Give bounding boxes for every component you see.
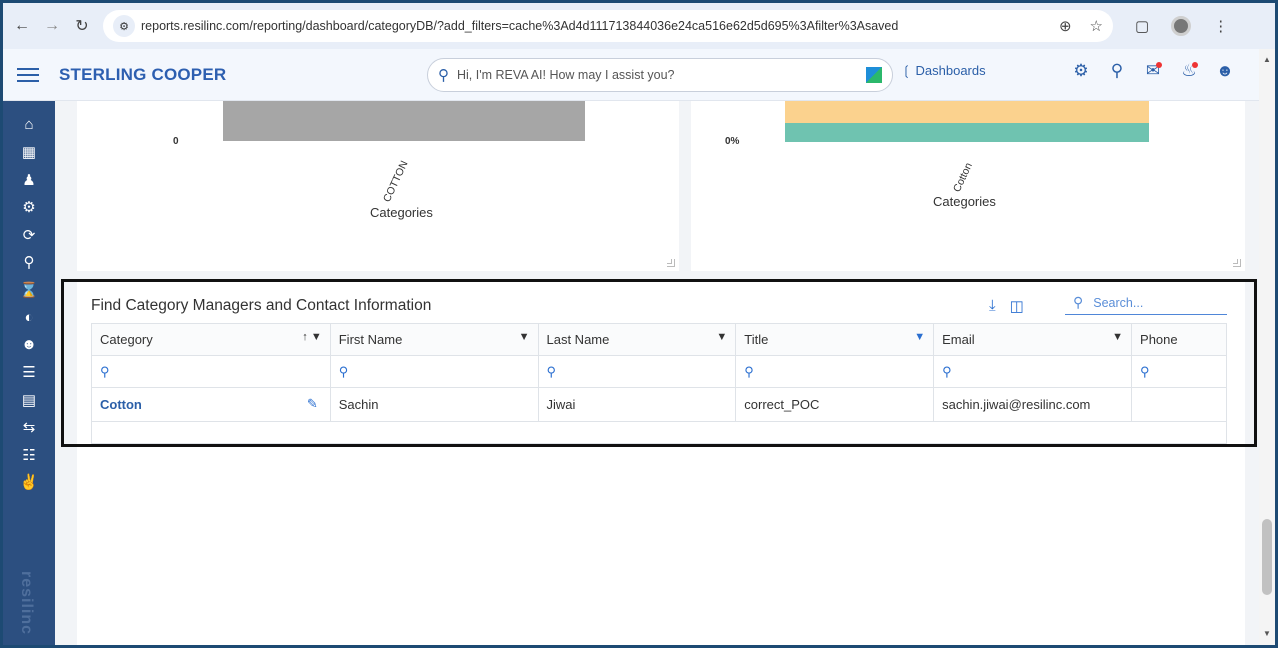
extensions-icon[interactable]: ▢ bbox=[1135, 17, 1149, 35]
checklist-icon[interactable]: ☰ bbox=[3, 359, 55, 387]
clipboard-icon[interactable]: ▤ bbox=[3, 386, 55, 414]
empty-row bbox=[91, 421, 1227, 444]
column-header-title[interactable]: Title ▼ bbox=[735, 323, 935, 356]
scrollbar-thumb[interactable] bbox=[1262, 519, 1272, 595]
resilinc-watermark: resilinc bbox=[18, 571, 35, 636]
search-icon: ⚲ bbox=[438, 67, 449, 84]
address-bar[interactable]: ⚙ reports.resilinc.com/reporting/dashboa… bbox=[103, 10, 1113, 42]
brand-title: STERLING COOPER bbox=[59, 64, 227, 84]
chart-bar-segment-bottom bbox=[785, 123, 1149, 142]
column-search-email[interactable]: ⚲ bbox=[933, 355, 1133, 388]
x-axis-title: Categories bbox=[370, 205, 433, 220]
left-sidebar: ⌂ ▦ ♟ ⚙ ⟳ ⚲ ⌛ ◐ ☻ ☰ ▤ ⇆ ☷ ✌ resilinc bbox=[3, 101, 55, 645]
zoom-icon[interactable]: ⊕ bbox=[1059, 17, 1072, 35]
cell-phone bbox=[1131, 387, 1227, 422]
search-icon: ⚲ bbox=[1073, 294, 1084, 310]
hourglass-icon[interactable]: ⌛ bbox=[3, 276, 55, 304]
column-search-phone[interactable]: ⚲ bbox=[1131, 355, 1227, 388]
column-header-last-name[interactable]: Last Name ▼ bbox=[537, 323, 737, 356]
cell-category[interactable]: Cotton ✎ bbox=[91, 387, 331, 422]
settings-gear-icon[interactable]: ⚙ bbox=[1063, 61, 1099, 81]
filter-icon[interactable]: ▼ bbox=[716, 331, 727, 343]
column-search-last-name[interactable]: ⚲ bbox=[537, 355, 737, 388]
handshake-icon[interactable]: ✌ bbox=[3, 469, 55, 497]
back-icon[interactable]: ← bbox=[11, 15, 33, 37]
user-profile-icon[interactable]: ☻ bbox=[1207, 61, 1243, 81]
transfer-icon[interactable]: ⇆ bbox=[3, 414, 55, 442]
chart-panel-right: 0% Cotton Categories bbox=[691, 101, 1245, 271]
reload-icon[interactable]: ↻ bbox=[71, 15, 93, 37]
hamburger-menu-icon[interactable] bbox=[17, 64, 39, 86]
chart-bar-cotton bbox=[223, 101, 585, 141]
cell-email: sachin.jiwai@resilinc.com bbox=[933, 387, 1133, 422]
cell-last-name: Jiwai bbox=[537, 387, 737, 422]
columns-icon[interactable]: ◫ bbox=[1010, 297, 1024, 315]
table-search-input[interactable]: ⚲ Search... bbox=[1065, 291, 1227, 315]
category-managers-panel: Find Category Managers and Contact Infor… bbox=[77, 281, 1245, 645]
dashboards-link[interactable]: ❲ Dashboards bbox=[901, 63, 986, 79]
table-row: Cotton ✎ Sachin Jiwai correct_POC sachin.… bbox=[91, 387, 1227, 422]
scroll-up-icon[interactable]: ▲ bbox=[1263, 55, 1271, 64]
filter-icon[interactable]: ▼ bbox=[519, 331, 530, 343]
browser-toolbar: ← → ↻ ⚙ reports.resilinc.com/reporting/d… bbox=[3, 3, 1275, 49]
cell-first-name: Sachin bbox=[329, 387, 539, 422]
header-row: Category ↑ ▼ First Name ▼ Last Name ▼ Title… bbox=[91, 323, 1227, 356]
download-icon[interactable]: ⤓ bbox=[989, 297, 996, 315]
reva-logo-icon bbox=[866, 67, 882, 83]
empty-cell bbox=[91, 421, 1227, 444]
calendar-icon[interactable]: ▦ bbox=[3, 139, 55, 167]
reva-placeholder: Hi, I'm REVA AI! How may I assist you? bbox=[457, 68, 675, 82]
column-search-row: ⚲ ⚲ ⚲ ⚲ ⚲ ⚲ bbox=[91, 355, 1227, 388]
column-header-first-name[interactable]: First Name ▼ bbox=[329, 323, 539, 356]
x-axis-title: Categories bbox=[933, 194, 996, 209]
column-search-title[interactable]: ⚲ bbox=[735, 355, 935, 388]
chart-bar-segment-top bbox=[785, 101, 1149, 123]
page-scrollbar[interactable]: ▲ ▼ bbox=[1259, 49, 1275, 645]
edit-pencil-icon[interactable]: ✎ bbox=[307, 396, 318, 412]
column-header-category[interactable]: Category ↑ ▼ bbox=[91, 323, 331, 356]
column-header-phone[interactable]: Phone bbox=[1131, 323, 1227, 356]
app-window: ← → ↻ ⚙ reports.resilinc.com/reporting/d… bbox=[3, 3, 1275, 645]
filter-icon[interactable]: ▼ bbox=[1112, 331, 1123, 343]
notifications-bell-icon[interactable]: ♨ bbox=[1171, 61, 1207, 81]
url-text[interactable]: reports.resilinc.com/reporting/dashboard… bbox=[141, 19, 1041, 33]
reva-assistant-input[interactable]: ⚲ Hi, I'm REVA AI! How may I assist you? bbox=[427, 58, 893, 92]
cell-title: correct_POC bbox=[735, 387, 935, 422]
new-network-icon[interactable]: ☷ bbox=[3, 441, 55, 469]
factory-icon[interactable]: ⚙ bbox=[3, 194, 55, 222]
column-search-category[interactable]: ⚲ bbox=[91, 355, 331, 388]
cycle-icon[interactable]: ⟳ bbox=[3, 221, 55, 249]
bookmark-star-icon[interactable]: ☆ bbox=[1090, 17, 1103, 35]
messages-icon[interactable]: ✉ bbox=[1135, 61, 1171, 81]
chart-panel-left: 0 COTTON Categories bbox=[77, 101, 679, 271]
x-tick-label: COTTON bbox=[381, 158, 411, 205]
app-header: STERLING COOPER ⚲ Hi, I'm REVA AI! How m… bbox=[3, 49, 1259, 101]
managers-table: Category ↑ ▼ First Name ▼ Last Name ▼ Title… bbox=[91, 323, 1227, 444]
scroll-down-icon[interactable]: ▼ bbox=[1263, 629, 1271, 638]
search-placeholder: Search... bbox=[1093, 295, 1144, 310]
search-person-icon[interactable]: ⚲ bbox=[3, 249, 55, 277]
users-icon[interactable]: ☻ bbox=[3, 331, 55, 359]
y-axis-zero-label: 0 bbox=[173, 136, 179, 147]
hierarchy-icon[interactable]: ♟ bbox=[3, 166, 55, 194]
profile-avatar[interactable] bbox=[1171, 16, 1192, 36]
sort-filter-icon[interactable]: ↑ ▼ bbox=[302, 331, 321, 343]
y-axis-zero-label: 0% bbox=[725, 136, 740, 147]
more-menu-icon[interactable]: ⋮ bbox=[1213, 17, 1228, 35]
home-icon[interactable]: ⌂ bbox=[3, 111, 55, 139]
forward-icon[interactable]: → bbox=[41, 15, 63, 37]
panel-title: Find Category Managers and Contact Infor… bbox=[91, 297, 432, 314]
resize-handle-icon[interactable] bbox=[1233, 259, 1241, 267]
filter-active-icon[interactable]: ▼ bbox=[914, 331, 925, 343]
search-icon[interactable]: ⚲ bbox=[1099, 61, 1135, 81]
x-tick-label: Cotton bbox=[951, 160, 975, 195]
resize-handle-icon[interactable] bbox=[667, 259, 675, 267]
site-settings-icon[interactable]: ⚙ bbox=[113, 15, 135, 37]
gauge-icon[interactable]: ◐ bbox=[3, 304, 55, 332]
dashboard-content: 0 COTTON Categories 0% Cotton Categories… bbox=[55, 101, 1259, 645]
column-search-first-name[interactable]: ⚲ bbox=[329, 355, 539, 388]
column-header-email[interactable]: Email ▼ bbox=[933, 323, 1133, 356]
dashboards-link-label: Dashboards bbox=[915, 63, 986, 78]
